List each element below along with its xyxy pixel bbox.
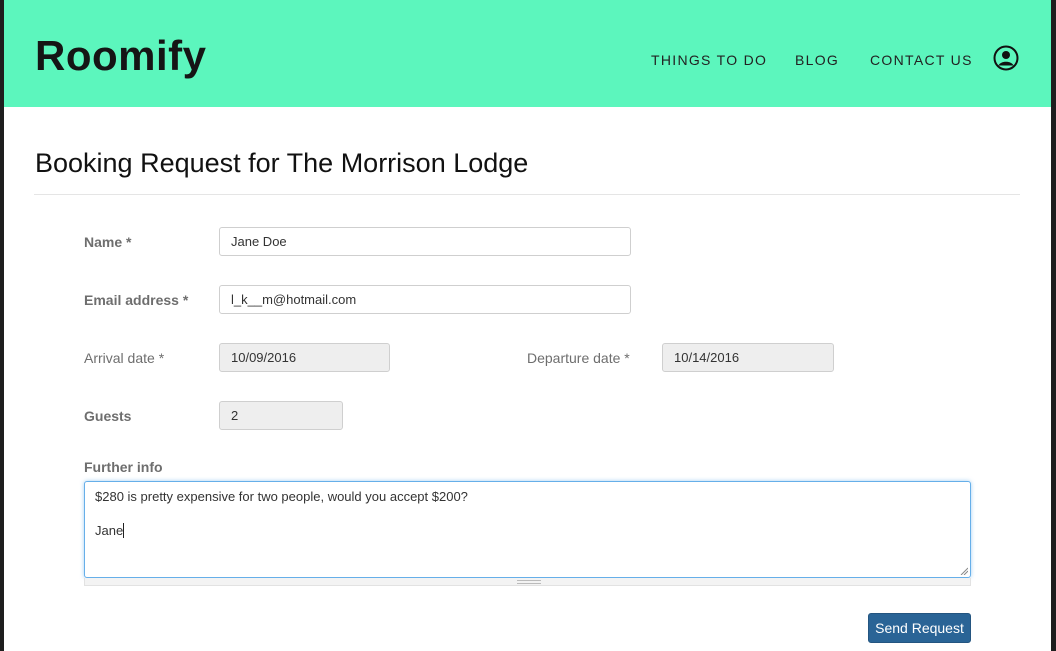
email-input[interactable]: l_k__m@hotmail.com [219, 285, 631, 314]
window-frame-right [1051, 0, 1056, 651]
nav-things-to-do[interactable]: THINGS TO DO [651, 52, 767, 68]
arrival-date-input[interactable]: 10/09/2016 [219, 343, 390, 372]
further-info-line [95, 505, 960, 522]
site-logo[interactable]: Roomify [35, 32, 207, 80]
departure-date-label: Departure date * [527, 350, 630, 366]
site-header: Roomify THINGS TO DO BLOG CONTACT US [4, 0, 1051, 107]
further-info-signature: Jane [95, 523, 124, 538]
further-info-label: Further info [84, 459, 163, 475]
name-input[interactable]: Jane Doe [219, 227, 631, 256]
user-circle-icon[interactable] [993, 45, 1019, 71]
nav-contact-us[interactable]: CONTACT US [870, 52, 973, 68]
title-divider [34, 194, 1020, 195]
guests-input[interactable]: 2 [219, 401, 343, 430]
name-label: Name * [84, 234, 132, 250]
guests-label: Guests [84, 408, 132, 424]
email-label: Email address * [84, 292, 189, 308]
send-request-button[interactable]: Send Request [868, 613, 971, 643]
resize-handle-icon[interactable] [517, 580, 541, 584]
further-info-textarea[interactable]: $280 is pretty expensive for two people,… [84, 481, 971, 578]
resize-grip-icon[interactable] [960, 567, 968, 575]
arrival-date-label: Arrival date * [84, 350, 165, 366]
textarea-resize-bar[interactable] [84, 578, 971, 586]
departure-date-input[interactable]: 10/14/2016 [662, 343, 834, 372]
further-info-line: Jane [95, 522, 960, 539]
nav-blog[interactable]: BLOG [795, 52, 839, 68]
page-title: Booking Request for The Morrison Lodge [35, 148, 529, 178]
text-caret [123, 523, 125, 538]
further-info-line: $280 is pretty expensive for two people,… [95, 489, 468, 504]
